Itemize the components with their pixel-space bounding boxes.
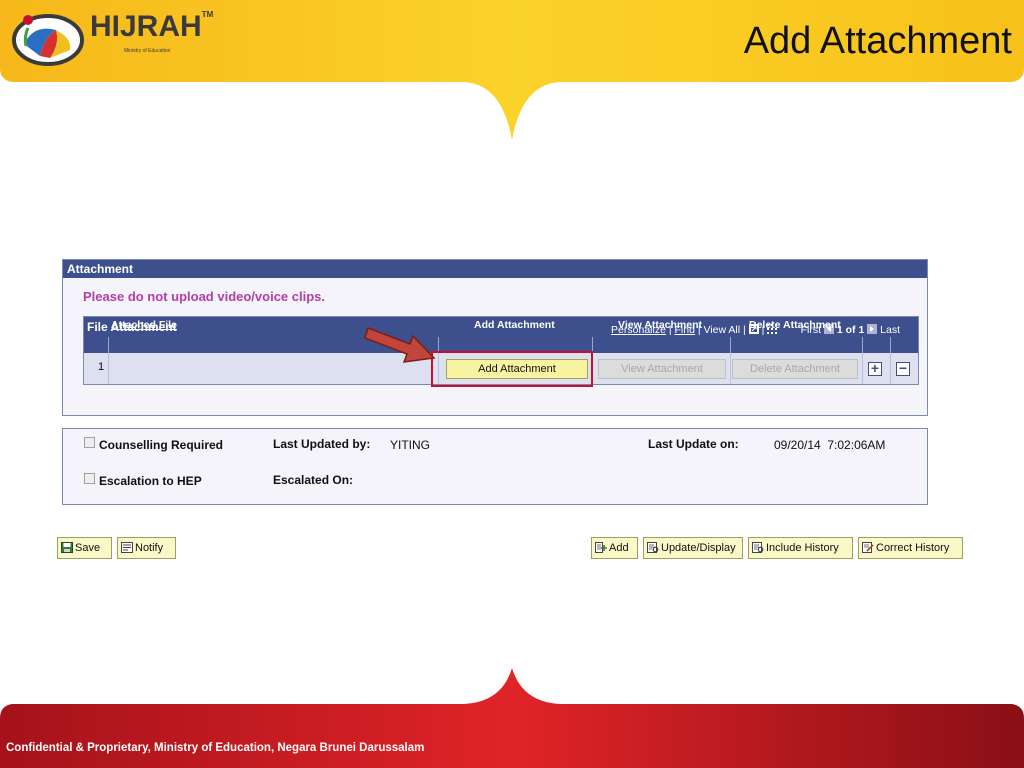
correct-history-button[interactable]: Correct History [858, 537, 963, 559]
cell-divider [108, 353, 109, 384]
include-history-button[interactable]: Include History [748, 537, 853, 559]
next-page-icon[interactable] [867, 324, 878, 334]
correct-history-label: Correct History [876, 542, 950, 554]
attachment-panel: Attachment Please do not upload video/vo… [62, 259, 928, 416]
notify-button[interactable]: Notify [117, 537, 176, 559]
include-history-icon [752, 542, 764, 553]
info-panel: Counselling Required Last Updated by: YI… [62, 428, 928, 505]
escalation-to-hep-label: Escalation to HEP [99, 474, 202, 488]
last-label[interactable]: Last [880, 324, 900, 336]
delete-attachment-button[interactable]: Delete Attachment [732, 359, 858, 379]
escalation-to-hep-checkbox[interactable] [84, 473, 95, 484]
notify-icon [121, 542, 133, 553]
update-display-icon [647, 542, 659, 553]
include-history-label: Include History [766, 542, 839, 554]
logo-wordmark: HIJRAHTM [90, 10, 214, 43]
add-row-button[interactable]: + [868, 361, 882, 376]
separator: | [743, 324, 746, 336]
counselling-required-checkbox[interactable] [84, 437, 95, 448]
col-attached-file[interactable]: Attached File [111, 319, 177, 331]
attachment-panel-title: Attachment [63, 260, 927, 278]
upload-warning: Please do not upload video/voice clips. [83, 289, 326, 304]
hijrah-logo: HIJRAHTM Ministry of Education [4, 4, 213, 70]
add-button[interactable]: Add [591, 537, 638, 559]
col-view-attachment: View Attachment [618, 319, 703, 331]
escalated-on-label: Escalated On: [273, 473, 354, 487]
view-all-link[interactable]: View All [704, 324, 741, 336]
save-button[interactable]: Save [57, 537, 112, 559]
pointer-arrow-icon [364, 327, 436, 363]
cell-divider [890, 353, 891, 384]
column-divider [890, 337, 891, 353]
slide-title: Add Attachment [743, 20, 1012, 62]
column-divider [108, 337, 109, 353]
last-updated-by-label: Last Updated by: [273, 437, 371, 451]
column-divider [730, 337, 731, 353]
column-divider [862, 337, 863, 353]
update-display-label: Update/Display [661, 542, 736, 554]
logo-subtitle: Ministry of Education [124, 48, 171, 54]
col-delete-attachment: Delete Attachment [749, 319, 841, 331]
col-add-attachment: Add Attachment [474, 319, 555, 331]
last-update-on-label: Last Update on: [648, 437, 739, 451]
save-label: Save [75, 542, 101, 554]
view-attachment-button[interactable]: View Attachment [598, 359, 726, 379]
update-display-button[interactable]: Update/Display [643, 537, 743, 559]
last-update-on-value: 09/20/14 7:02:06AM [774, 438, 886, 452]
footer-confidential-text: Confidential & Proprietary, Ministry of … [6, 742, 425, 754]
save-icon [61, 542, 73, 553]
add-icon [595, 542, 607, 553]
add-attachment-button[interactable]: Add Attachment [446, 359, 588, 379]
cell-divider [862, 353, 863, 384]
logo-emblem-icon [12, 14, 84, 66]
notify-label: Notify [135, 542, 164, 554]
counselling-required-label: Counselling Required [99, 438, 224, 452]
delete-row-button[interactable]: − [896, 361, 910, 376]
row-number: 1 [98, 361, 105, 373]
add-label: Add [609, 542, 629, 554]
cell-divider [730, 353, 731, 384]
file-attachment-grid: File Attachment Personalize | Find | Vie… [83, 316, 919, 387]
correct-history-icon [862, 542, 874, 553]
last-updated-by-value: YITING [390, 438, 431, 452]
